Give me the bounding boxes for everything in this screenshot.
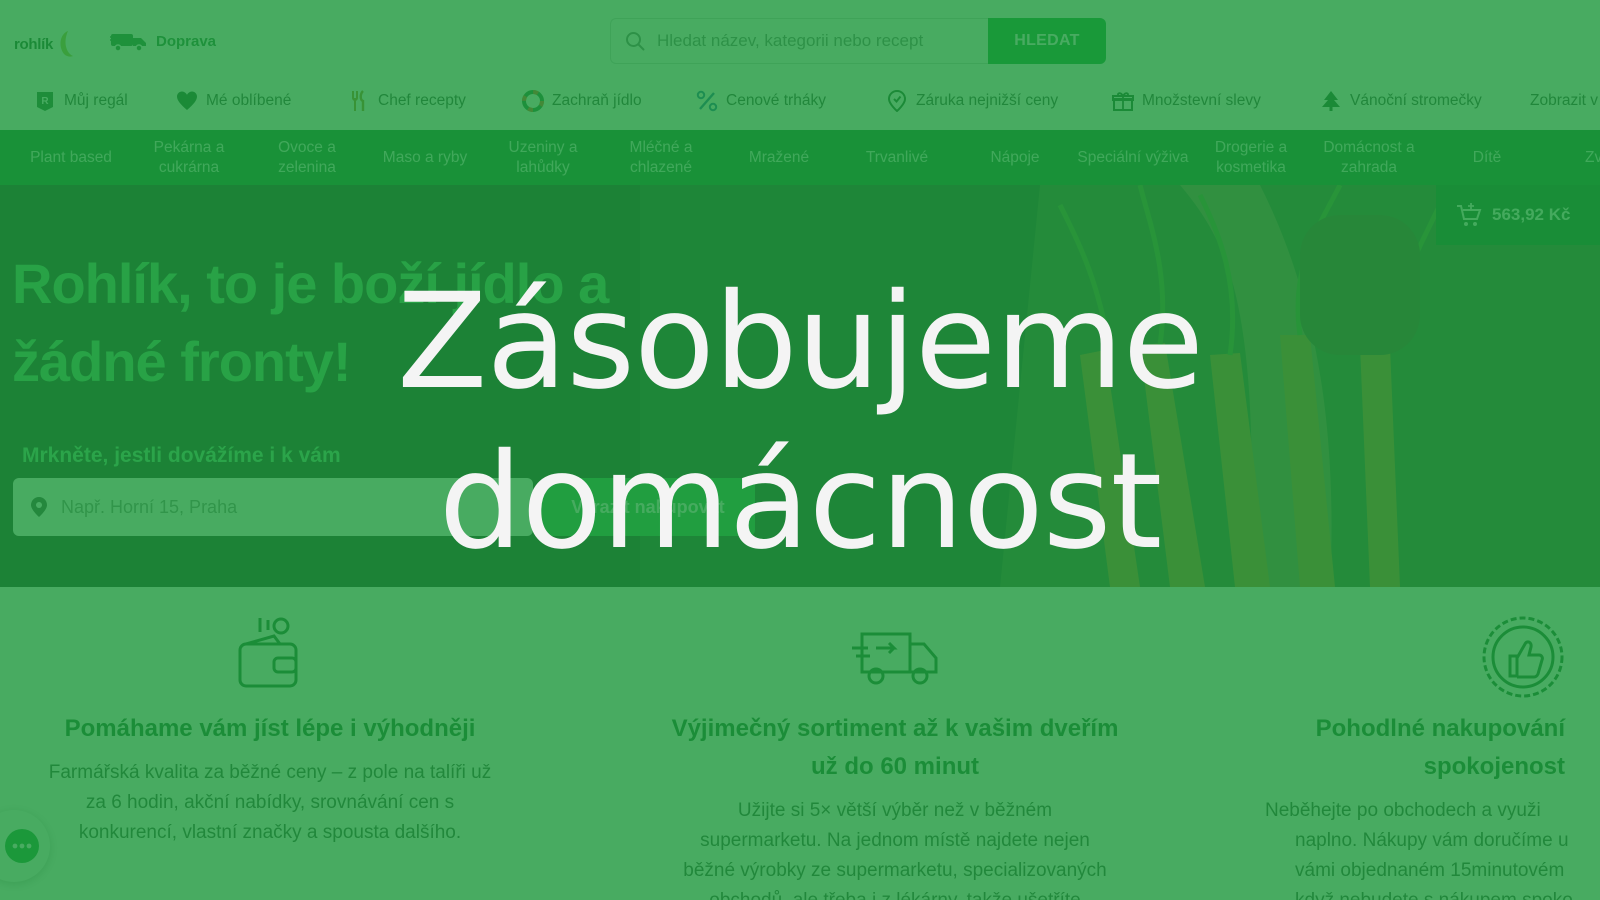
category-drinks[interactable]: Nápoje <box>957 130 1073 185</box>
feature-title-line: Výjimečný sortiment až k vašim dveřím <box>671 715 1119 742</box>
feature-text: Neběhejte po obchodech a využi naplno. N… <box>1265 796 1600 900</box>
feature-text-line: Neběhejte po obchodech a využi <box>1265 800 1541 821</box>
rohlik-logo[interactable]: rohlík <box>14 26 74 62</box>
shelf-badge-icon: R <box>37 92 53 111</box>
truck-icon <box>110 34 146 52</box>
feature-text-line: supermarketu. Na jednom místě najdete ne… <box>700 830 1090 851</box>
feature-text-line: obchodů, ale třeba i z lékárny, takže uš… <box>709 890 1080 900</box>
category-special-nutrition[interactable]: Speciální výživa <box>1075 130 1191 185</box>
subnav-item-price-deals[interactable]: Cenové trháky <box>696 86 826 116</box>
delivery-truck-icon <box>852 632 938 685</box>
feature-title: Pohodlné nakupování spokojenost <box>1265 710 1600 786</box>
feature-healthier-cheaper: Pomáhame vám jíst lépe i výhodněji Farmá… <box>20 710 520 848</box>
search-button[interactable]: HLEDAT <box>988 18 1106 64</box>
subnav-label: Chef recepty <box>378 92 466 109</box>
subnav-label: Mé oblíbené <box>206 92 292 109</box>
category-home-garden[interactable]: Domácnost a zahrada <box>1311 130 1427 185</box>
feature-title-line: Pohodlné nakupování <box>1315 715 1565 742</box>
feature-title: Pomáhame vám jíst lépe i výhodněji <box>64 715 476 742</box>
hero-title-line2: žádné fronty! <box>12 330 352 393</box>
delivery-check-heading: Mrkněte, jestli dovážíme i k vám <box>22 444 341 467</box>
category-frozen[interactable]: Mražené <box>721 130 837 185</box>
feature-text: Užijte si 5× větší výběr než v běžném su… <box>645 796 1145 900</box>
feature-title: Výjimečný sortiment až k vašim dveřím už… <box>645 710 1145 786</box>
chat-bubble-icon <box>5 829 39 863</box>
subnav-item-save-food[interactable]: Zachraň jídlo <box>522 86 642 116</box>
feature-text-line: Užijte si 5× větší výběr než v běžném <box>737 800 1053 821</box>
subnav-label: Vánoční stromečky <box>1350 92 1482 109</box>
subnav-item-show-more[interactable]: Zobrazit v <box>1530 86 1598 116</box>
percent-icon <box>696 90 718 112</box>
subnav-label: Cenové trháky <box>726 92 826 109</box>
delivery-link[interactable]: Doprava <box>110 30 216 52</box>
subnav-label: Množstevní slevy <box>1142 92 1261 109</box>
dots-icon <box>12 843 32 849</box>
category-durable[interactable]: Trvanlivé <box>839 130 955 185</box>
subnav-item-chef-recipes[interactable]: Chef recepty <box>348 86 466 116</box>
gift-icon <box>1112 92 1134 111</box>
thumbs-up-badge-icon <box>1482 616 1564 698</box>
feature-comfortable-shopping: Pohodlné nakupování spokojenost Neběhejt… <box>1265 710 1600 900</box>
search-box <box>610 18 988 64</box>
lifebuoy-icon <box>522 90 544 112</box>
feature-text-line: vámi objednaném 15minutovém <box>1295 860 1565 881</box>
category-more[interactable]: Zv <box>1547 130 1600 185</box>
subnav-item-lowest-price[interactable]: Záruka nejnižší ceny <box>886 86 1058 116</box>
search-icon <box>626 32 645 51</box>
category-drugstore[interactable]: Drogerie a kosmetika <box>1193 130 1309 185</box>
svg-text:R: R <box>41 96 49 107</box>
category-plant-based[interactable]: Plant based <box>13 130 129 185</box>
category-dairy[interactable]: Mléčné a chlazené <box>603 130 719 185</box>
subnav-item-favorites[interactable]: Mé oblíbené <box>176 86 291 116</box>
hero-title-line1: Rohlík, to je boží jídlo a <box>12 252 609 315</box>
subnav-label: Zachraň jídlo <box>552 92 642 109</box>
price-tag-icon <box>887 90 907 112</box>
feature-title-line: spokojenost <box>1423 753 1565 780</box>
crescent-moon-icon <box>60 31 74 57</box>
category-meat-fish[interactable]: Maso a ryby <box>367 130 483 185</box>
subnav-label: Zobrazit v <box>1530 92 1599 109</box>
logo-text: rohlík <box>14 35 54 53</box>
shopping-cart-icon <box>1457 203 1482 226</box>
location-pin-icon <box>31 497 47 517</box>
feature-exceptional-assortment: Výjimečný sortiment až k vašim dveřím už… <box>645 710 1145 900</box>
feature-text-line: když nebudete s nákupem spoko <box>1265 890 1573 900</box>
heart-icon <box>177 91 197 110</box>
product-search: HLEDAT <box>610 18 1106 64</box>
feature-text-line: běžné výrobky ze supermarketu, specializ… <box>683 860 1107 881</box>
subnav-label: Můj regál <box>64 92 128 109</box>
category-bakery[interactable]: Pekárna a cukrárna <box>131 130 247 185</box>
search-input[interactable] <box>657 31 967 51</box>
subnav-item-bulk-discounts[interactable]: Množstevní slevy <box>1112 86 1261 116</box>
wallet-coins-icon <box>238 617 298 688</box>
delivery-label: Doprava <box>156 32 217 50</box>
feature-text-line: za 6 hodin, akční nabídky, srovnávání ce… <box>85 792 455 813</box>
category-child[interactable]: Dítě <box>1429 130 1545 185</box>
cart-total: 563,92 Kč <box>1492 205 1571 224</box>
feature-text-line: Farmářská kvalita za běžné ceny – z pole… <box>48 762 492 783</box>
address-box <box>13 478 533 536</box>
feature-text: Farmářská kvalita za běžné ceny – z pole… <box>20 758 520 848</box>
christmas-tree-icon <box>1322 91 1340 111</box>
start-shopping-button[interactable]: Vyrazit nakupovat <box>541 478 755 536</box>
cart-button[interactable]: 563,92 Kč <box>1436 185 1600 245</box>
subnav-item-christmas-trees[interactable]: Vánoční stromečky <box>1320 86 1482 116</box>
feature-text-line: naplno. Nákupy vám doručíme u <box>1295 830 1569 851</box>
subnav-item-my-shelf[interactable]: R Můj regál <box>34 86 128 116</box>
address-input[interactable] <box>61 496 501 518</box>
subnav-label: Záruka nejnižší ceny <box>916 92 1059 109</box>
feature-title-line: už do 60 minut <box>811 753 979 780</box>
feature-text-line: konkurencí, vlastní značky a spousta dal… <box>78 822 462 843</box>
category-fruit-vegetables[interactable]: Ovoce a zelenina <box>249 130 365 185</box>
hero-title: Rohlík, to je boží jídlo a žádné fronty! <box>12 245 732 401</box>
cutlery-icon <box>352 90 365 111</box>
category-deli[interactable]: Uzeniny a lahůdky <box>485 130 601 185</box>
